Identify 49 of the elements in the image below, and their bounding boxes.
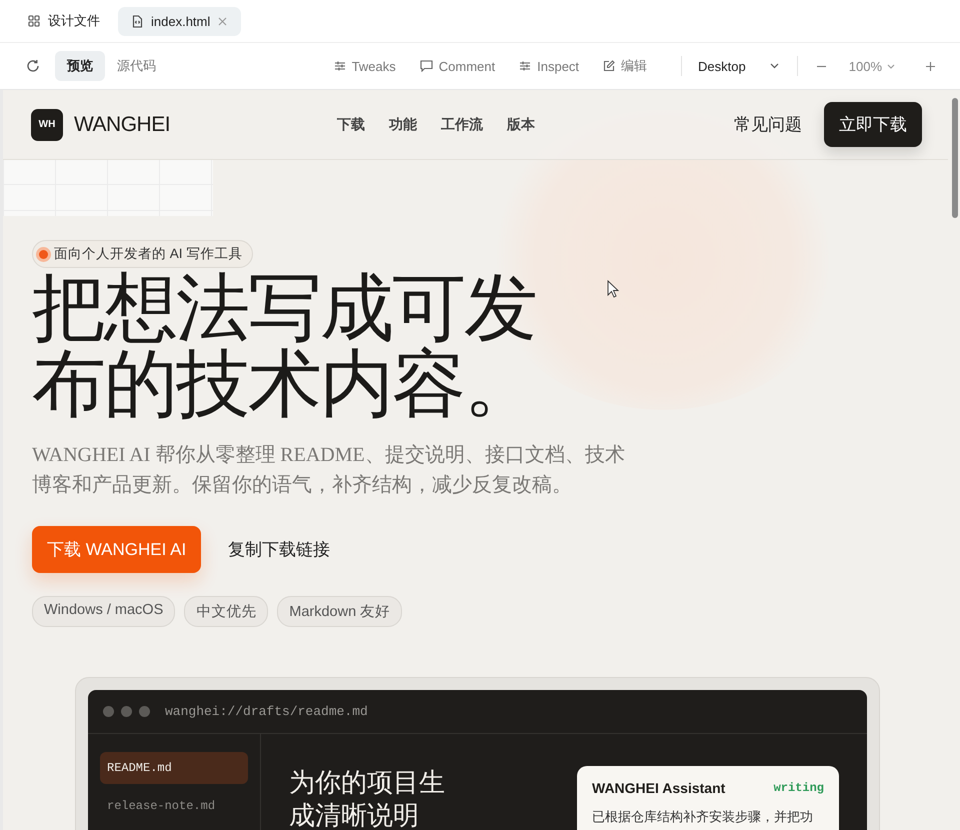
window-dot-icon (121, 706, 132, 717)
file-tab[interactable]: 设计文件 (18, 5, 110, 37)
close-icon[interactable] (218, 16, 228, 26)
nav-link[interactable]: 版本 (507, 116, 535, 134)
nav-link[interactable]: 工作流 (441, 116, 483, 134)
assistant-message: 已根据仓库结构补齐安装步骤，并把功 (592, 808, 814, 826)
toolbar-button[interactable]: 编辑 (603, 57, 648, 75)
cursor-icon (607, 280, 619, 298)
edit-icon (603, 60, 616, 72)
assistant-title: WANGHEI Assistant (592, 780, 726, 796)
feature-tag: 中文优先 (184, 596, 268, 627)
grid-icon (28, 15, 40, 27)
sliders-icon (334, 60, 346, 72)
window-dot-icon (139, 706, 150, 717)
zoom-dropdown[interactable]: 100% (848, 58, 895, 74)
feature-tag: Windows / macOS (32, 596, 176, 627)
copy-link-button[interactable]: 复制下载链接 (211, 526, 348, 573)
zoom-in-icon[interactable] (925, 60, 936, 72)
download-now-button[interactable]: 立即下载 (824, 102, 922, 147)
file-item[interactable]: README.md (100, 752, 248, 784)
file-path: wanghei://drafts/readme.md (165, 704, 368, 719)
status-dot-icon (39, 250, 48, 258)
nav-link[interactable]: 功能 (389, 116, 417, 134)
chevron-down-icon (887, 64, 895, 68)
chevron-down-icon (770, 63, 779, 69)
toolbar-button[interactable]: Comment (420, 58, 496, 74)
toolbar-button[interactable]: Inspect (519, 58, 580, 74)
logo-mark[interactable]: WH (31, 108, 63, 140)
feature-tag: Markdown 友好 (277, 596, 402, 627)
assistant-status: writing (774, 781, 824, 795)
hero-badge: 面向个人开发者的 AI 写作工具 (32, 240, 254, 268)
device-dropdown[interactable]: Desktop (692, 58, 787, 74)
file-item[interactable]: release-note.md (100, 790, 248, 822)
file-icon (132, 14, 143, 28)
nav-link[interactable]: 下载 (337, 116, 365, 134)
comment-icon (420, 60, 433, 72)
view-tab[interactable]: 源代码 (105, 51, 168, 81)
hero-title: 把想法写成可发 布的技术内容。 (32, 270, 536, 422)
file-tab[interactable]: index.html (118, 6, 242, 36)
brand-name[interactable]: WANGHEI (74, 112, 170, 136)
refresh-icon[interactable] (26, 59, 40, 73)
faq-link[interactable]: 常见问题 (724, 105, 812, 144)
view-tab[interactable]: 预览 (55, 51, 105, 81)
toolbar-button[interactable]: Tweaks (334, 58, 396, 74)
preview-heading: 为你的项目生 成清晰说明 (289, 766, 445, 830)
sliders-icon (519, 60, 532, 72)
hero-description: WANGHEI AI 帮你从零整理 README、提交说明、接口文档、技术博客和产品更新。保留你的语气，补齐结构，减少反复改稿。 (32, 443, 626, 498)
window-dot-icon (103, 706, 114, 717)
scrollbar-thumb[interactable] (952, 98, 958, 218)
